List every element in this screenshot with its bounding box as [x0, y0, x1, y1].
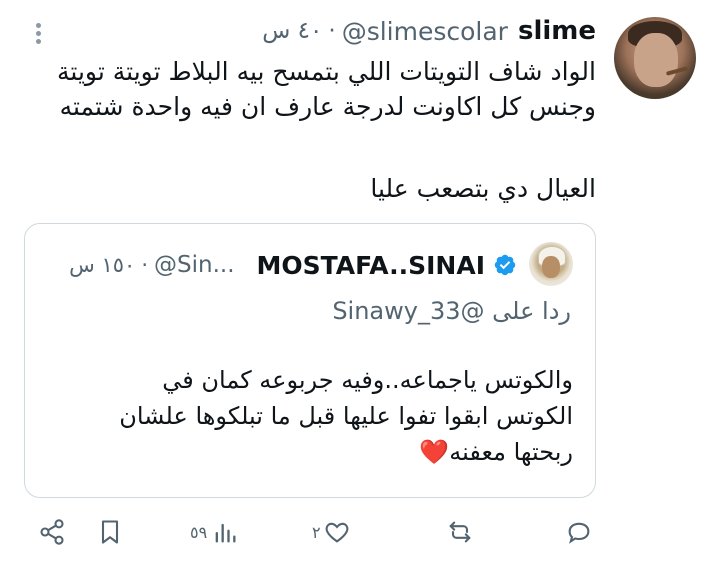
separator: ·: [141, 253, 148, 277]
tweet-text-line: [6, 124, 596, 159]
tweet-text-line: وجنس كل اكاونت لدرجة عارف ان فيه واحدة ش…: [59, 92, 596, 121]
quote-author-name: MOSTAFA..SINAI: [256, 250, 486, 280]
bookmark-button[interactable]: [96, 518, 124, 546]
verified-badge-icon: [494, 254, 516, 276]
avatar[interactable]: [614, 17, 696, 99]
dot: [35, 23, 41, 28]
retweet-icon: [449, 521, 471, 543]
reply-prefix: ردا على: [492, 297, 571, 325]
reply-mention[interactable]: @Sinawy_33: [332, 297, 484, 325]
tweet-more-button[interactable]: [32, 20, 44, 50]
quote-handle: @Sin...: [154, 252, 235, 278]
tweet-handle[interactable]: @slimescolar: [342, 17, 508, 46]
tweet-time[interactable]: ٤٠ س: [262, 18, 322, 44]
tweet-text-line: العيال دي بتصعب عليا: [370, 174, 596, 203]
retweet-button[interactable]: [446, 518, 476, 546]
bookmark-icon: [101, 520, 119, 544]
quote-header: ١٥٠ س · @Sin... MOSTAFA..SINAI: [69, 250, 517, 280]
quote-text-line: ربحتها معفنه❤️: [419, 438, 573, 466]
quoted-tweet[interactable]: ١٥٠ س · @Sin... MOSTAFA..SINAI ردا على @…: [24, 223, 596, 498]
quote-text: والكوتس ياجماعه..وفيه جربوعه كمان في الك…: [43, 362, 573, 470]
share-icon: [40, 519, 64, 545]
share-button[interactable]: [38, 518, 66, 546]
heart-icon: [325, 522, 348, 543]
tweet-text-line: الواد شاف التويتات اللي بتمسح بيه البلاط…: [57, 57, 596, 86]
views-button[interactable]: ٥٩: [190, 518, 239, 546]
tweet-actions: ٢ ٥٩: [0, 510, 719, 560]
avatar-face: [634, 33, 678, 87]
separator: ·: [328, 18, 336, 44]
reply-button[interactable]: [565, 518, 595, 546]
quote-time: ١٥٠ س: [69, 253, 136, 277]
quote-avatar-face: [542, 256, 560, 278]
dot: [35, 31, 41, 36]
reply-icon: [568, 522, 590, 544]
views-count: ٥٩: [190, 522, 208, 542]
like-count: ٢: [312, 522, 321, 542]
quote-avatar[interactable]: [529, 242, 573, 286]
quote-text-line: الكوتس ابقوا تفوا عليها قبل ما تبلكوها ع…: [119, 402, 573, 430]
views-icon: [215, 523, 236, 543]
like-button[interactable]: ٢: [312, 518, 351, 546]
reply-context: ردا على @Sinawy_33: [332, 297, 571, 325]
dot: [35, 39, 41, 44]
tweet-text: الواد شاف التويتات اللي بتمسح بيه البلاط…: [6, 54, 596, 206]
tweet-header: ٤٠ س · @slimescolar slime: [262, 14, 596, 48]
tweet-author-name[interactable]: slime: [518, 16, 596, 46]
quote-text-line: والكوتس ياجماعه..وفيه جربوعه كمان في: [162, 366, 573, 394]
